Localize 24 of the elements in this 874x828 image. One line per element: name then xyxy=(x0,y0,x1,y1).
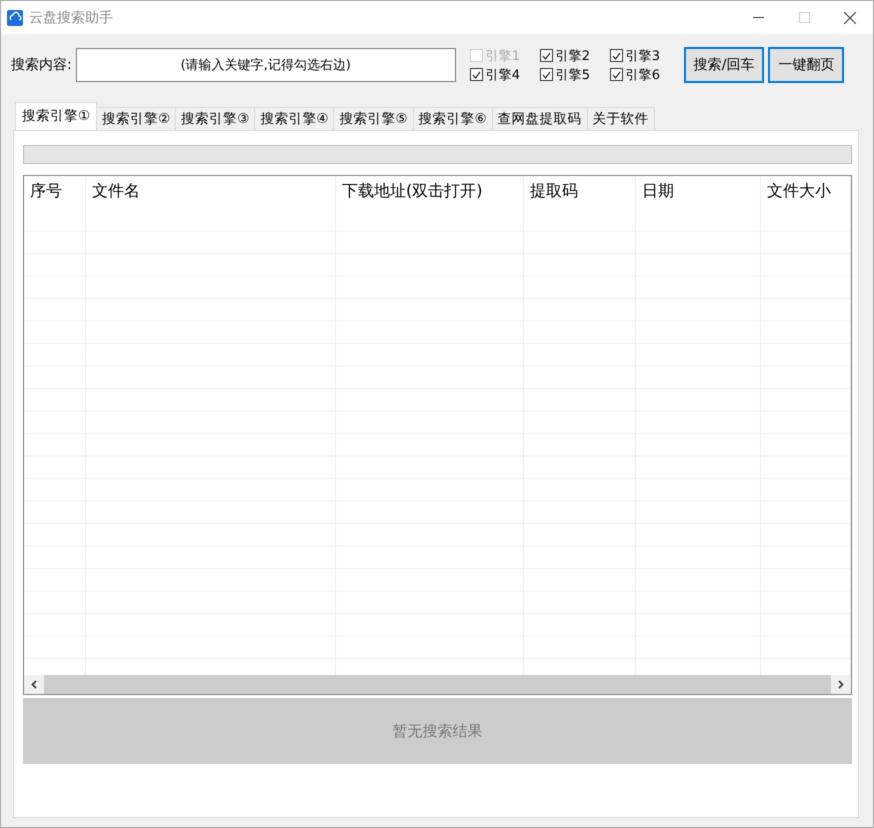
scroll-right-icon[interactable] xyxy=(838,680,844,689)
search-button[interactable]: 搜索/回车 xyxy=(684,47,764,83)
horizontal-scrollbar[interactable] xyxy=(24,675,851,694)
checkmark-icon xyxy=(612,52,621,60)
tab[interactable]: 搜索引擎① xyxy=(15,102,98,130)
search-field[interactable]: (请输入关键字,记得勾选右边) xyxy=(76,48,456,82)
window-title: 云盘搜索助手 xyxy=(29,8,114,26)
checkmark-icon xyxy=(612,70,621,78)
close-icon[interactable] xyxy=(844,12,856,24)
search-label: 搜索内容: xyxy=(11,56,72,74)
tab[interactable]: 关于软件 xyxy=(586,107,655,130)
checkmark-icon xyxy=(542,52,551,60)
engine-checkbox[interactable]: 引擎4 xyxy=(470,66,540,84)
checkmark-icon xyxy=(472,70,481,78)
status-message: 暂无搜索结果 xyxy=(23,698,852,764)
engine-checkbox[interactable]: 引擎2 xyxy=(540,46,610,64)
engine-checkbox[interactable]: 引擎3 xyxy=(610,46,680,64)
engine-checkbox[interactable]: 引擎6 xyxy=(610,66,680,84)
minimize-icon[interactable] xyxy=(752,17,764,18)
scroll-left-icon[interactable] xyxy=(31,680,37,689)
page-button[interactable]: 一键翻页 xyxy=(768,47,844,83)
checkmark-icon xyxy=(542,70,551,78)
app-icon xyxy=(7,10,23,26)
engine-checkbox[interactable]: 引擎5 xyxy=(540,66,610,84)
